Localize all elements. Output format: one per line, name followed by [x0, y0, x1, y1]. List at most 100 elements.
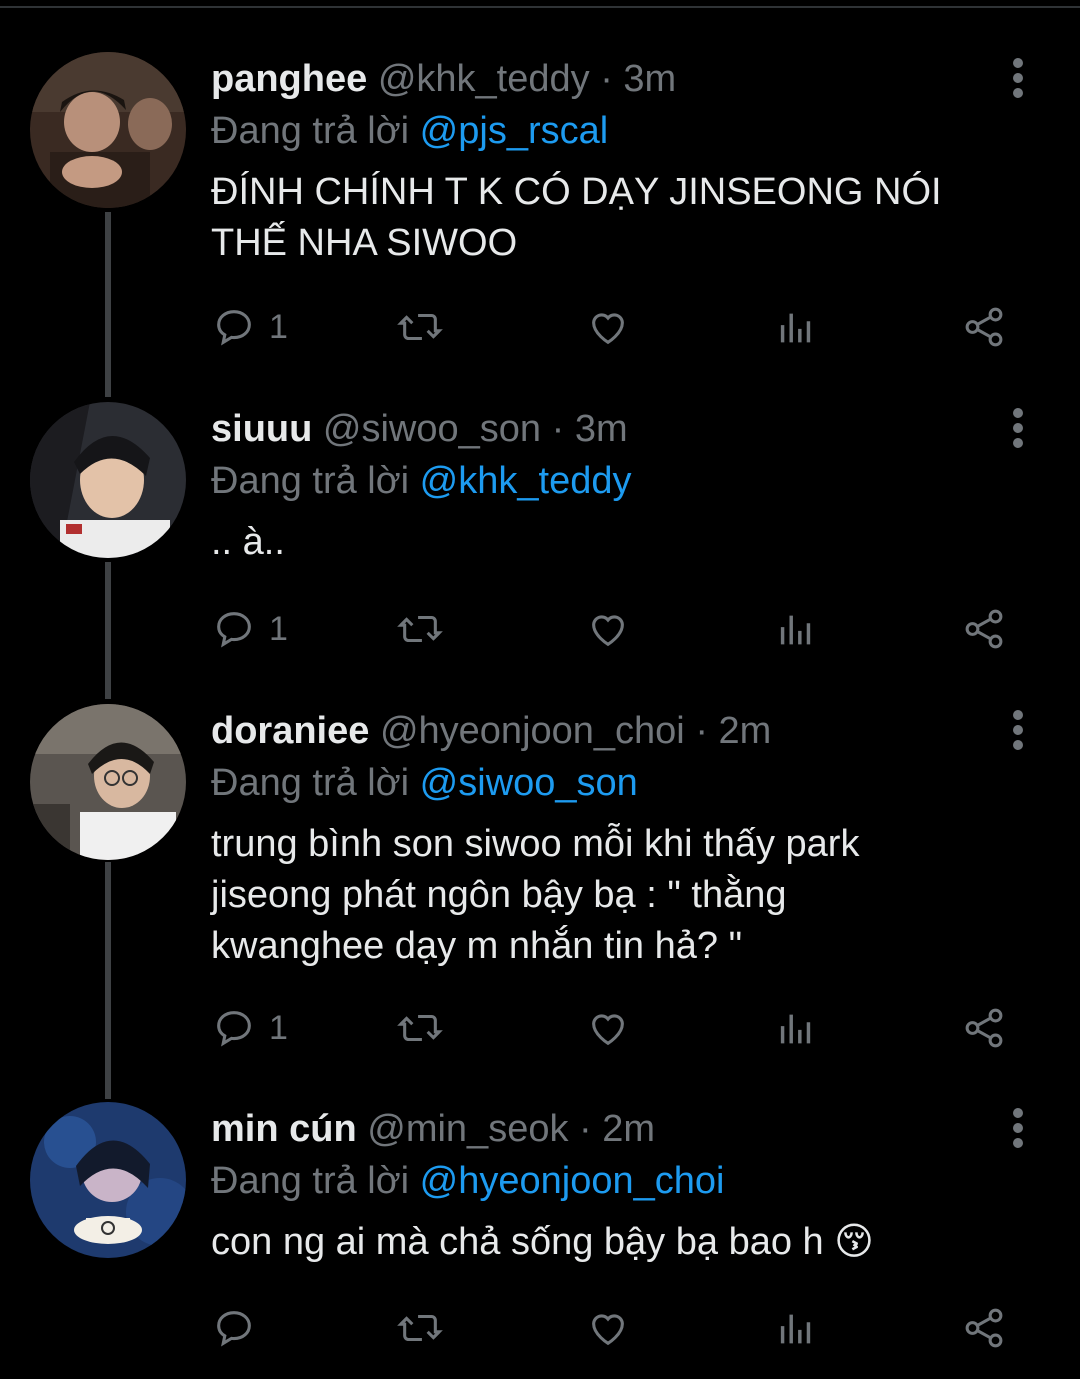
reply-icon [217, 1011, 251, 1047]
share-button[interactable] [961, 1004, 1007, 1052]
reply-button[interactable]: 1 [211, 1004, 288, 1052]
tweet-text-line: THẾ NHA SIWOO [211, 222, 518, 264]
avatar[interactable] [30, 402, 186, 558]
retweet-button[interactable] [397, 605, 443, 653]
views-icon [780, 615, 811, 645]
author-name[interactable]: panghee [211, 58, 367, 100]
retweet-button[interactable] [397, 303, 443, 351]
share-icon [965, 609, 1003, 649]
timestamp[interactable]: 2m [602, 1108, 655, 1150]
like-button[interactable] [585, 1004, 631, 1052]
retweet-icon [397, 1014, 443, 1042]
tweet-text: .. à.. [211, 517, 1020, 568]
top-divider [0, 6, 1080, 8]
tweet-text: ĐÍNH CHÍNH T K CÓ DẠY JINSEONG NÓI THẾ N… [211, 167, 1020, 269]
retweet-icon [397, 615, 443, 643]
tweet-header: panghee @khk_teddy · 3m [211, 53, 1020, 105]
tweet-header: doraniee @hyeonjoon_choi · 2m [211, 705, 1020, 757]
reply-count: 1 [269, 1008, 288, 1047]
reply-button[interactable]: 1 [211, 303, 288, 351]
reply-icon [217, 1311, 251, 1347]
views-button[interactable] [773, 605, 819, 653]
replying-to: Đang trả lời @khk_teddy [211, 455, 1020, 507]
author-name[interactable]: doraniee [211, 710, 369, 752]
retweet-icon [397, 1314, 443, 1342]
avatar[interactable] [30, 704, 186, 860]
like-icon [592, 1314, 624, 1346]
reply-prefix: Đang trả lời [211, 110, 410, 152]
reply-mention[interactable]: @pjs_rscal [420, 110, 609, 152]
separator: · [695, 710, 708, 752]
tweet-text: con ng ai mà chả sống bậy bạ bao h 😚 [211, 1217, 1020, 1268]
separator: · [551, 408, 565, 450]
like-icon [592, 615, 624, 647]
like-button[interactable] [585, 303, 631, 351]
share-icon [965, 307, 1003, 347]
retweet-button[interactable] [397, 1304, 443, 1352]
like-icon [592, 313, 624, 345]
action-bar [211, 1304, 1011, 1352]
avatar[interactable] [30, 52, 186, 208]
reply-mention[interactable]: @siwoo_son [420, 762, 638, 804]
views-icon [780, 1314, 811, 1344]
share-button[interactable] [961, 1304, 1007, 1352]
reply-mention[interactable]: @hyeonjoon_choi [420, 1160, 725, 1202]
like-button[interactable] [585, 1304, 631, 1352]
reply-count: 1 [269, 609, 288, 648]
views-button[interactable] [773, 1304, 819, 1352]
views-icon [780, 313, 811, 343]
tweet[interactable]: doraniee @hyeonjoon_choi · 2m Đang trả l… [0, 704, 1080, 1094]
replying-to: Đang trả lời @hyeonjoon_choi [211, 1155, 1020, 1207]
views-button[interactable] [773, 303, 819, 351]
tweet-text-line: con ng ai mà chả sống bậy bạ bao h 😚 [211, 1221, 874, 1263]
tweet-text: trung bình son siwoo mỗi khi thấy park j… [211, 819, 1020, 972]
retweet-button[interactable] [397, 1004, 443, 1052]
tweet[interactable]: panghee @khk_teddy · 3m Đang trả lời @pj… [0, 52, 1080, 382]
action-bar: 1 [211, 605, 1011, 653]
reply-count: 1 [269, 307, 288, 346]
views-icon [780, 1014, 811, 1044]
share-icon [965, 1008, 1003, 1048]
tweet-text-line: trung bình son siwoo mỗi khi thấy park [211, 823, 860, 865]
avatar[interactable] [30, 1102, 186, 1258]
reply-icon [217, 612, 251, 648]
reply-prefix: Đang trả lời [211, 1160, 410, 1202]
reply-mention[interactable]: @khk_teddy [420, 460, 632, 502]
separator: · [579, 1108, 592, 1150]
author-handle[interactable]: @min_seok [367, 1108, 568, 1150]
author-name[interactable]: min cún [211, 1108, 357, 1150]
reply-icon [217, 310, 251, 346]
reply-button[interactable] [211, 1304, 269, 1352]
tweet[interactable]: siuuu @siwoo_son · 3m Đang trả lời @khk_… [0, 402, 1080, 692]
share-button[interactable] [961, 605, 1007, 653]
more-options-icon[interactable] [1006, 710, 1030, 750]
timestamp[interactable]: 3m [575, 408, 628, 450]
tweet-text-line: jiseong phát ngôn bậy bạ : " thằng [211, 874, 787, 916]
tweet-header: siuuu @siwoo_son · 3m [211, 403, 1020, 455]
more-options-icon[interactable] [1006, 58, 1030, 98]
separator: · [600, 58, 613, 100]
action-bar: 1 [211, 303, 1011, 351]
author-handle[interactable]: @hyeonjoon_choi [380, 710, 685, 752]
tweet-header: min cún @min_seok · 2m [211, 1103, 1020, 1155]
reply-button[interactable]: 1 [211, 605, 288, 653]
more-options-icon[interactable] [1006, 408, 1030, 448]
tweet[interactable]: min cún @min_seok · 2m Đang trả lời @hye… [0, 1102, 1080, 1379]
tweet-text-line: ĐÍNH CHÍNH T K CÓ DẠY JINSEONG NÓI [211, 171, 942, 213]
timestamp[interactable]: 3m [623, 58, 676, 100]
like-icon [592, 1014, 624, 1046]
retweet-icon [397, 313, 443, 341]
more-options-icon[interactable] [1006, 1108, 1030, 1148]
author-name[interactable]: siuuu [211, 408, 312, 450]
tweet-text-line: kwanghee dạy m nhắn tin hả? " [211, 925, 743, 967]
reply-prefix: Đang trả lời [211, 460, 410, 502]
replying-to: Đang trả lời @pjs_rscal [211, 105, 1020, 157]
share-button[interactable] [961, 303, 1007, 351]
like-button[interactable] [585, 605, 631, 653]
timestamp[interactable]: 2m [719, 710, 772, 752]
views-button[interactable] [773, 1004, 819, 1052]
author-handle[interactable]: @khk_teddy [378, 58, 590, 100]
replying-to: Đang trả lời @siwoo_son [211, 757, 1020, 809]
share-icon [965, 1308, 1003, 1348]
author-handle[interactable]: @siwoo_son [323, 408, 541, 450]
